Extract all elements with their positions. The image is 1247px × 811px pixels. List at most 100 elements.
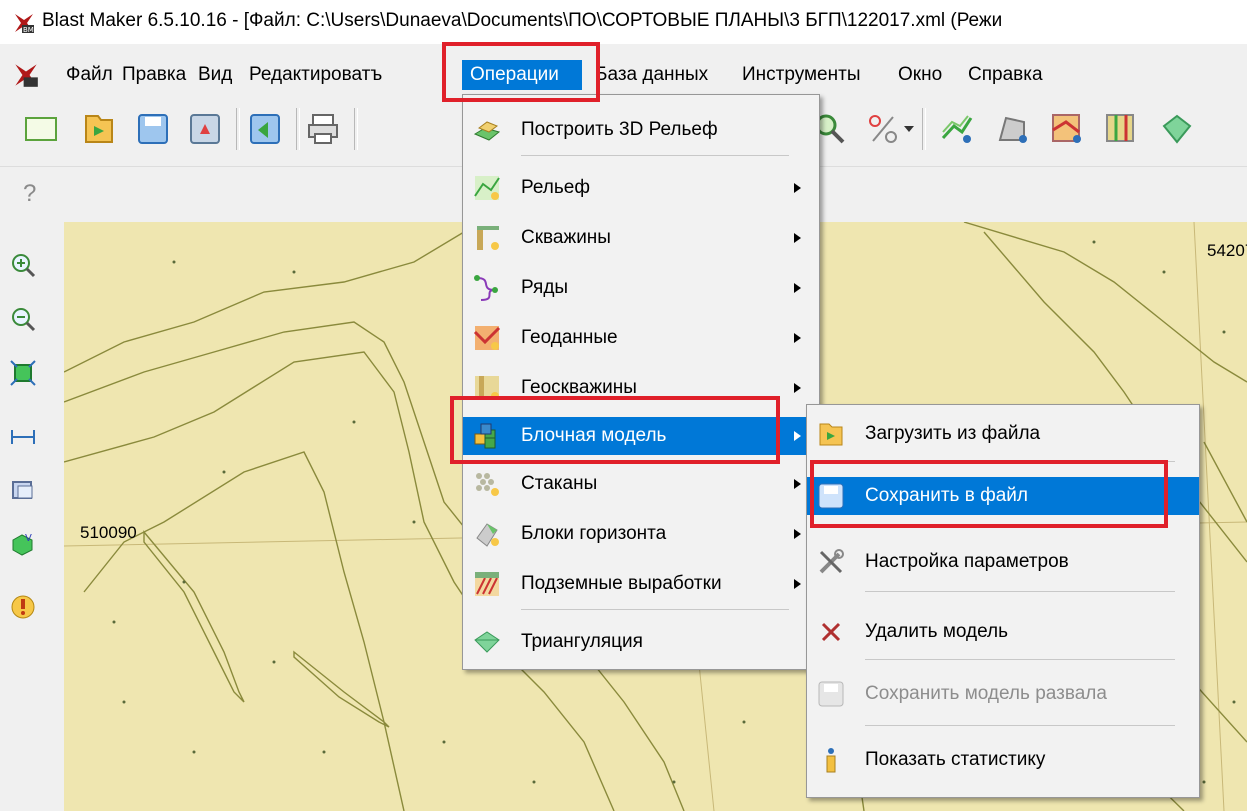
- toolbar-separator: [236, 108, 240, 150]
- menu-separator: [521, 155, 789, 156]
- triangulation-icon: [474, 631, 500, 653]
- percent-icon[interactable]: [866, 112, 900, 146]
- submenu-item-load-from-file[interactable]: Загрузить из файла: [807, 415, 1199, 453]
- help-button[interactable]: ?: [23, 180, 36, 208]
- menu-item-label: Ряды: [521, 277, 569, 298]
- menu-item-label: Рельеф: [521, 177, 590, 198]
- submenu-arrow-icon: [794, 283, 801, 293]
- submenu-item-label: Сохранить модель развала: [865, 683, 1107, 704]
- geowells-icon: [475, 376, 499, 400]
- submenu-arrow-icon: [794, 479, 801, 489]
- submenu-item-label: Удалить модель: [865, 621, 1009, 642]
- export-icon[interactable]: [248, 112, 282, 146]
- menu-item-label: Скважины: [521, 227, 611, 248]
- operations-dropdown: Построить 3D Рельеф Рельеф Скважины Ряды…: [462, 94, 820, 670]
- info-icon: [826, 748, 836, 773]
- menu-item-rows[interactable]: Ряды: [463, 269, 819, 307]
- menu-window[interactable]: Окно: [898, 64, 942, 86]
- menu-item-horizon-blocks[interactable]: Блоки горизонта: [463, 515, 819, 553]
- menu-item-block-model[interactable]: Блочная модель: [463, 417, 819, 455]
- zoom-out-icon[interactable]: [10, 306, 36, 332]
- window-title: Blast Maker 6.5.10.16 - [Файл: C:\Users\…: [42, 10, 1003, 31]
- submenu-arrow-icon: [794, 183, 801, 193]
- menu-item-underground-workings[interactable]: Подземные выработки: [463, 565, 819, 603]
- build-3d-relief-icon: [473, 121, 501, 141]
- menu-operations-label: Операции: [470, 64, 559, 85]
- submenu-item-delete-model[interactable]: Удалить модель: [807, 613, 1199, 651]
- toolbar-separator: [296, 108, 300, 150]
- submenu-item-label: Настройка параметров: [865, 551, 1069, 572]
- toolbar-separator: [354, 108, 358, 150]
- horizon-blocks-icon: [476, 523, 499, 547]
- polygon-shape-icon[interactable]: [996, 112, 1030, 146]
- submenu-arrow-icon: [794, 529, 801, 539]
- volume-3d-icon[interactable]: V: [10, 530, 36, 556]
- toolbar-separator: [922, 108, 926, 150]
- menu-modify[interactable]: Редактироватъ: [249, 64, 382, 86]
- submenu-item-save-to-file[interactable]: Сохранить в файл: [807, 477, 1199, 515]
- submenu-item-label: Сохранить в файл: [865, 485, 1028, 506]
- menu-item-geowells[interactable]: Геоскважины: [463, 369, 819, 407]
- wells-grid-icon[interactable]: [1104, 112, 1138, 146]
- menu-item-label: Построить 3D Рельеф: [521, 119, 718, 140]
- chevron-down-icon[interactable]: [904, 126, 914, 134]
- menu-item-label: Стаканы: [521, 473, 598, 494]
- menu-separator: [865, 725, 1175, 726]
- menu-item-label: Геоскважины: [521, 377, 637, 398]
- section-profile-icon[interactable]: [10, 476, 36, 502]
- save-icon[interactable]: [136, 112, 170, 146]
- cups-icon: [476, 473, 499, 496]
- submenu-arrow-icon: [794, 383, 801, 393]
- fit-extent-icon[interactable]: [10, 360, 36, 386]
- block-model-submenu: Загрузить из файла Сохранить в файл Наст…: [806, 404, 1200, 798]
- menu-file[interactable]: Файл: [66, 64, 113, 86]
- menu-item-label: Геоданные: [521, 327, 618, 348]
- menu-item-label: Подземные выработки: [521, 573, 722, 594]
- triangulation-toolbar-icon[interactable]: [1160, 112, 1194, 146]
- app-logo-icon: BM: [13, 12, 35, 34]
- submenu-item-save-collapse-model[interactable]: Сохранить модель развала: [807, 675, 1199, 713]
- print-icon[interactable]: [306, 112, 340, 146]
- relief-icon: [474, 176, 500, 200]
- menu-operations[interactable]: Операции: [462, 60, 582, 90]
- geodata-icon: [473, 326, 501, 350]
- map-coordinate-label: 510090: [80, 523, 137, 542]
- submenu-arrow-icon: [794, 579, 801, 589]
- geodata-map-icon[interactable]: [1050, 112, 1084, 146]
- menu-item-cups[interactable]: Стаканы: [463, 465, 819, 503]
- menu-item-wells[interactable]: Скважины: [463, 219, 819, 257]
- menu-item-label: Блоки горизонта: [521, 523, 667, 544]
- svg-text:V: V: [25, 533, 32, 544]
- submenu-item-settings[interactable]: Настройка параметров: [807, 543, 1199, 581]
- measure-distance-icon[interactable]: [10, 424, 36, 450]
- menu-edit[interactable]: Правка: [122, 64, 186, 86]
- menu-separator: [865, 461, 1175, 462]
- menu-item-triangulation[interactable]: Триангуляция: [463, 623, 819, 661]
- menu-separator: [865, 591, 1175, 592]
- submenu-item-label: Загрузить из файла: [865, 423, 1041, 444]
- menu-item-geodata[interactable]: Геоданные: [463, 319, 819, 357]
- menu-help[interactable]: Справка: [968, 64, 1043, 86]
- relief-lines-icon[interactable]: [940, 112, 974, 146]
- menu-bar: Файл Правка Вид Редактироватъ База данны…: [0, 56, 1247, 94]
- delete-x-icon: [821, 622, 841, 642]
- submenu-arrow-icon: [794, 233, 801, 243]
- menu-item-relief[interactable]: Рельеф: [463, 169, 819, 207]
- zoom-in-icon[interactable]: [10, 252, 36, 278]
- new-file-icon[interactable]: [24, 112, 58, 146]
- open-folder-icon[interactable]: [82, 112, 116, 146]
- underground-workings-icon: [475, 572, 499, 596]
- menu-database[interactable]: База данных: [595, 64, 708, 86]
- submenu-arrow-icon: [794, 431, 801, 441]
- save-database-icon[interactable]: [188, 112, 222, 146]
- submenu-item-label: Показать статистику: [865, 749, 1046, 770]
- menu-tools[interactable]: Инструменты: [742, 64, 860, 86]
- save-disk-icon: [818, 483, 844, 509]
- menu-item-build-3d-relief[interactable]: Построить 3D Рельеф: [463, 111, 819, 149]
- app-menu-icon[interactable]: [13, 62, 39, 88]
- folder-open-icon: [819, 423, 843, 446]
- menu-view[interactable]: Вид: [198, 64, 232, 86]
- warning-icon[interactable]: [10, 594, 36, 620]
- submenu-item-show-statistics[interactable]: Показать статистику: [807, 741, 1199, 779]
- wells-icon: [477, 226, 499, 250]
